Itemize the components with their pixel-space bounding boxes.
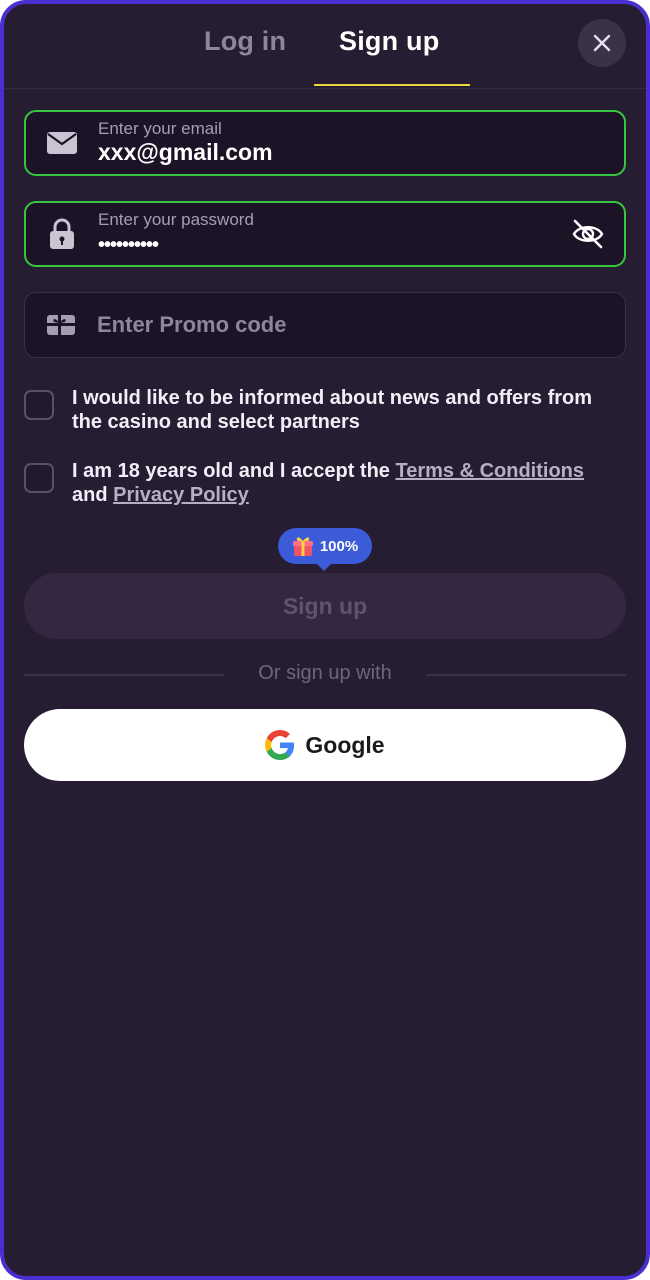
- google-signup-button[interactable]: Google: [24, 709, 626, 781]
- promo-code-field[interactable]: Enter Promo code: [24, 292, 626, 358]
- email-label: Enter your email: [98, 119, 222, 138]
- bonus-badge: 100%: [278, 528, 372, 571]
- email-field[interactable]: Enter your email xxx@gmail.com: [24, 110, 626, 176]
- social-divider: Or sign up with: [24, 662, 626, 686]
- terms-consent-row: I am 18 years old and I accept the Terms…: [24, 459, 626, 509]
- terms-consent-prefix: I am 18 years old and I accept the: [72, 460, 396, 482]
- news-consent-row: I would like to be informed about news a…: [24, 386, 626, 436]
- signup-modal: Log in Sign up Enter your email xxx@gmai…: [0, 0, 650, 1280]
- close-button[interactable]: [578, 19, 626, 67]
- active-tab-indicator: [314, 84, 470, 86]
- password-field[interactable]: Enter your password ••••••••••: [24, 201, 626, 267]
- promo-code-placeholder: Enter Promo code: [97, 312, 287, 337]
- bonus-badge-value: 100%: [319, 537, 359, 555]
- divider-line-right: [426, 674, 626, 676]
- privacy-policy-link[interactable]: Privacy Policy: [113, 484, 249, 506]
- email-value: xxx@gmail.com: [98, 139, 273, 165]
- password-label: Enter your password: [98, 210, 254, 229]
- eye-off-icon: [572, 219, 604, 249]
- signup-button[interactable]: Sign up: [24, 573, 626, 639]
- envelope-icon: [46, 127, 78, 159]
- terms-consent-checkbox[interactable]: [24, 463, 54, 493]
- google-button-label: Google: [305, 731, 385, 758]
- tab-login[interactable]: Log in: [204, 26, 286, 66]
- auth-tabs: Log in Sign up: [4, 4, 646, 89]
- terms-consent-text: I am 18 years old and I accept the Terms…: [72, 459, 624, 507]
- gift-icon: [292, 537, 313, 556]
- terms-link[interactable]: Terms & Conditions: [395, 460, 584, 482]
- news-consent-text: I would like to be informed about news a…: [72, 387, 593, 433]
- gift-card-icon: [45, 309, 77, 341]
- news-consent-checkbox[interactable]: [24, 390, 54, 420]
- lock-icon: [46, 218, 78, 250]
- password-value: ••••••••••: [98, 234, 159, 256]
- close-icon: [593, 34, 611, 52]
- tab-signup[interactable]: Sign up: [339, 26, 439, 66]
- terms-consent-and: and: [72, 484, 114, 506]
- toggle-password-visibility-button[interactable]: [570, 216, 606, 252]
- google-icon: [265, 730, 295, 760]
